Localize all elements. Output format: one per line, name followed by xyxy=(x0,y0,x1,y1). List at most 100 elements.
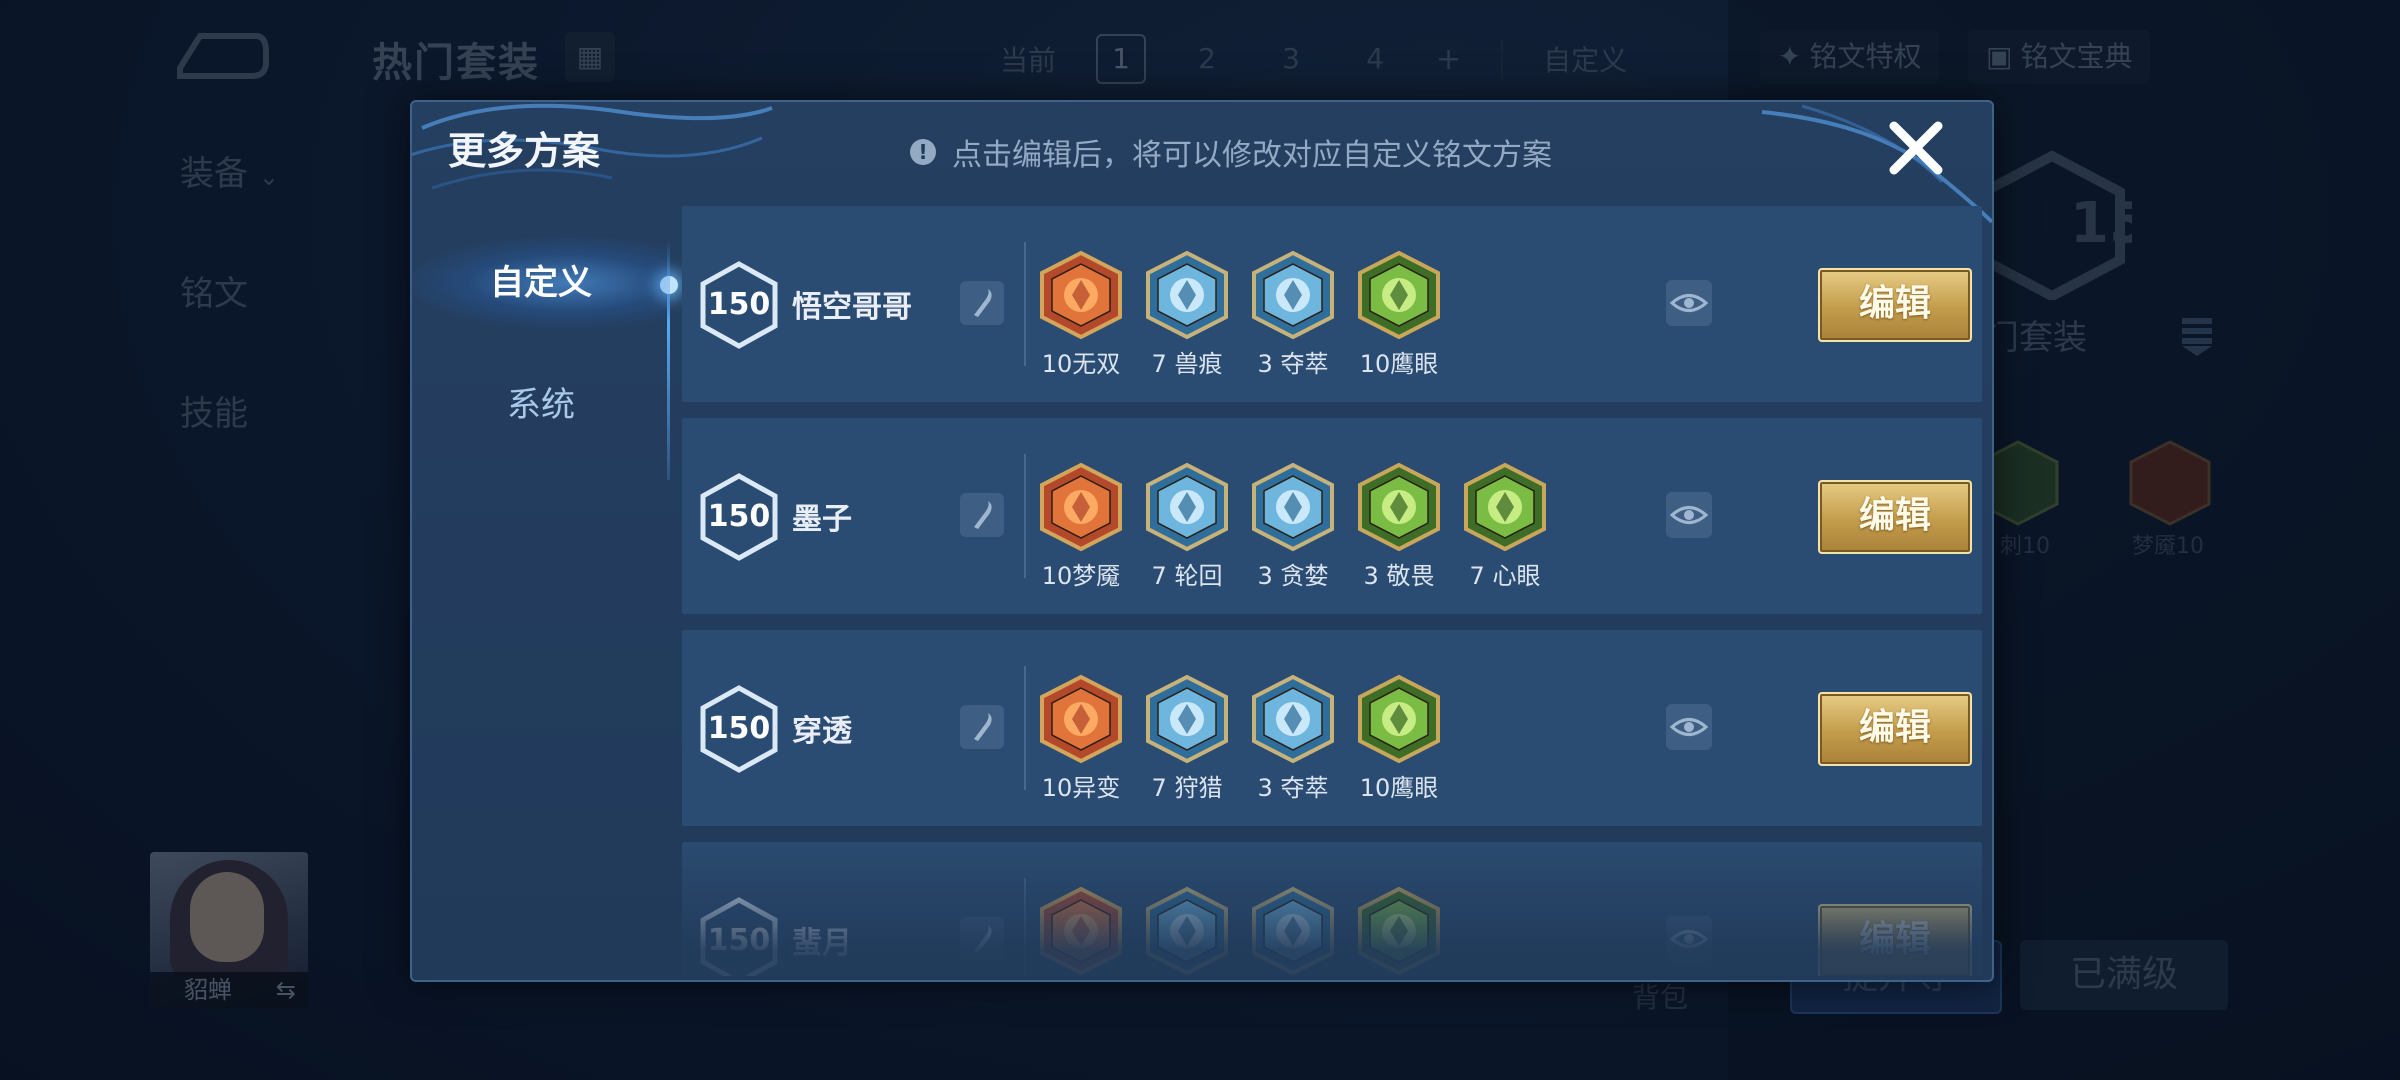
side-nav-inscription[interactable]: 铭文 xyxy=(180,266,248,315)
page-4-button[interactable]: 4 xyxy=(1352,36,1398,82)
preview-button[interactable] xyxy=(1666,280,1712,326)
edit-button[interactable]: 编辑 xyxy=(1818,904,1972,976)
rune-blue-icon xyxy=(1250,886,1336,976)
side-nav-equipment[interactable]: 装备 ⌄ xyxy=(180,146,279,195)
rename-button[interactable] xyxy=(960,493,1004,537)
rename-button[interactable] xyxy=(960,705,1004,749)
rune-slot: 3 夺萃 xyxy=(1250,674,1336,803)
swap-icon[interactable]: ⇆ xyxy=(276,976,296,1004)
menu-icon[interactable] xyxy=(2180,314,2214,356)
preview-button[interactable] xyxy=(1666,492,1712,538)
plan-row: 150 悟空哥哥 10无双 7 兽痕 3 夺萃 10鹰眼 编辑 xyxy=(682,206,1982,402)
book-icon: ✦ xyxy=(1778,40,1802,73)
close-button[interactable] xyxy=(1886,118,1946,178)
edit-button[interactable]: 编辑 xyxy=(1818,692,1972,766)
rune-label: 7 心眼 xyxy=(1469,562,1541,590)
rune-label: 10异变 xyxy=(1041,774,1121,802)
edit-notice: ! 点击编辑后，将可以修改对应自定义铭文方案 xyxy=(910,130,1552,174)
rune-green-icon xyxy=(1356,250,1442,340)
tab-system[interactable]: 系统 xyxy=(412,360,670,450)
notice-text: 点击编辑后，将可以修改对应自定义铭文方案 xyxy=(952,138,1552,173)
rune-slot xyxy=(1250,886,1336,976)
rename-button[interactable] xyxy=(960,917,1004,961)
rune-green-icon xyxy=(1462,462,1548,552)
rune-blue-icon xyxy=(1250,250,1336,340)
edit-button[interactable]: 编辑 xyxy=(1818,268,1972,342)
page-2-button[interactable]: 2 xyxy=(1184,36,1230,82)
preview-button[interactable] xyxy=(1666,704,1712,750)
rune-slot: 10鹰眼 xyxy=(1356,674,1442,803)
eye-icon xyxy=(1669,294,1709,312)
plan-page-selector: 当前 1 2 3 4 + 自定义 xyxy=(1000,34,1627,84)
info-icon: ! xyxy=(910,139,936,165)
rune-blue-icon xyxy=(1144,250,1230,340)
plan-name: 悟空哥哥 xyxy=(792,290,912,325)
rune-slot xyxy=(1038,886,1124,976)
side-nav-skills[interactable]: 技能 xyxy=(180,386,248,435)
edit-button[interactable]: 编辑 xyxy=(1818,480,1972,554)
preview-button[interactable] xyxy=(1666,916,1712,962)
back-arrow-icon[interactable] xyxy=(170,28,270,86)
rune-blue-icon xyxy=(1144,886,1230,976)
plan-list: 150 悟空哥哥 10无双 7 兽痕 3 夺萃 10鹰眼 编辑 150 墨子 1… xyxy=(682,206,1982,976)
modal-title: 更多方案 xyxy=(448,129,601,173)
rune-list: 10梦魇 7 轮回 3 贪婪 3 敬畏 7 心眼 xyxy=(1038,462,1548,591)
background-rune-label: 刺10 xyxy=(2000,534,2050,559)
rune-green-icon xyxy=(1356,886,1442,976)
codex-label: 铭文宝典 xyxy=(2020,40,2133,73)
pencil-icon xyxy=(974,501,992,529)
plan-name: 穿透 xyxy=(792,714,852,749)
plan-row: 150 墨子 10梦魇 7 轮回 3 贪婪 3 敬畏 7 心眼 编辑 xyxy=(682,418,1982,614)
rune-slot: 3 贪婪 xyxy=(1250,462,1336,591)
page-1-button[interactable]: 1 xyxy=(1096,34,1147,84)
plan-row: 150 穿透 10异变 7 狩猎 3 夺萃 10鹰眼 编辑 xyxy=(682,630,1982,826)
rune-label: 3 贪婪 xyxy=(1257,562,1329,590)
tab-custom[interactable]: 自定义 xyxy=(412,238,670,328)
inscription-privilege-button[interactable]: ✦ 铭文特权 xyxy=(1760,30,1940,84)
rune-label: 7 狩猎 xyxy=(1151,774,1223,802)
rune-red-icon xyxy=(1038,886,1124,976)
rune-slot: 7 心眼 xyxy=(1462,462,1548,591)
rune-red-icon xyxy=(1038,250,1124,340)
rune-green-icon xyxy=(1356,674,1442,764)
hero-avatar[interactable]: 貂蝉 ⇆ xyxy=(150,852,308,1008)
rename-button[interactable] xyxy=(960,281,1004,325)
rune-slot: 10异变 xyxy=(1038,674,1124,803)
plan-category-tabs: 自定义 系统 xyxy=(412,200,678,980)
eye-icon xyxy=(1669,930,1709,948)
rune-slot: 10梦魇 xyxy=(1038,462,1124,591)
background-level-hexagon: 150 xyxy=(1972,150,2187,302)
plan-level-value: 150 xyxy=(707,287,771,322)
rune-label: 3 夺萃 xyxy=(1257,774,1329,802)
background-level-value: 150 xyxy=(2070,191,2132,256)
chevron-down-icon: ⌄ xyxy=(258,163,279,191)
background-title: 热门套装 xyxy=(372,40,540,86)
rune-list: 10无双 7 兽痕 3 夺萃 10鹰眼 xyxy=(1038,250,1442,379)
pencil-icon xyxy=(974,289,992,317)
equipment-label: 装备 xyxy=(180,154,248,194)
custom-page-button[interactable]: 自定义 xyxy=(1543,39,1627,79)
maxed-button: 已满级 xyxy=(2020,940,2228,1010)
rune-list xyxy=(1038,886,1442,976)
add-page-button[interactable]: + xyxy=(1436,42,1461,77)
rune-label: 7 兽痕 xyxy=(1151,350,1223,378)
close-icon xyxy=(1889,121,1943,175)
rune-blue-icon xyxy=(1250,674,1336,764)
bag-label[interactable]: 背包 xyxy=(1632,976,1688,1016)
plan-level-badge: 150 xyxy=(698,472,780,562)
inscription-codex-button[interactable]: ▣ 铭文宝典 xyxy=(1968,30,2151,84)
page-3-button[interactable]: 3 xyxy=(1268,36,1314,82)
grid-icon[interactable]: ▦ xyxy=(565,32,615,82)
codex-icon: ▣ xyxy=(1986,40,2013,73)
rune-label: 10梦魇 xyxy=(1041,562,1121,590)
rune-blue-icon xyxy=(1144,462,1230,552)
rune-label: 3 敬畏 xyxy=(1363,562,1435,590)
rune-blue-icon xyxy=(1250,462,1336,552)
rune-label: 7 轮回 xyxy=(1151,562,1223,590)
rune-label: 10鹰眼 xyxy=(1359,350,1439,378)
background-rune-label: 梦魇10 xyxy=(2132,534,2204,559)
plan-level-badge: 150 xyxy=(698,684,780,774)
plan-level-value: 150 xyxy=(707,499,771,534)
rune-slot: 10鹰眼 xyxy=(1356,250,1442,379)
rune-red-icon xyxy=(1038,462,1124,552)
